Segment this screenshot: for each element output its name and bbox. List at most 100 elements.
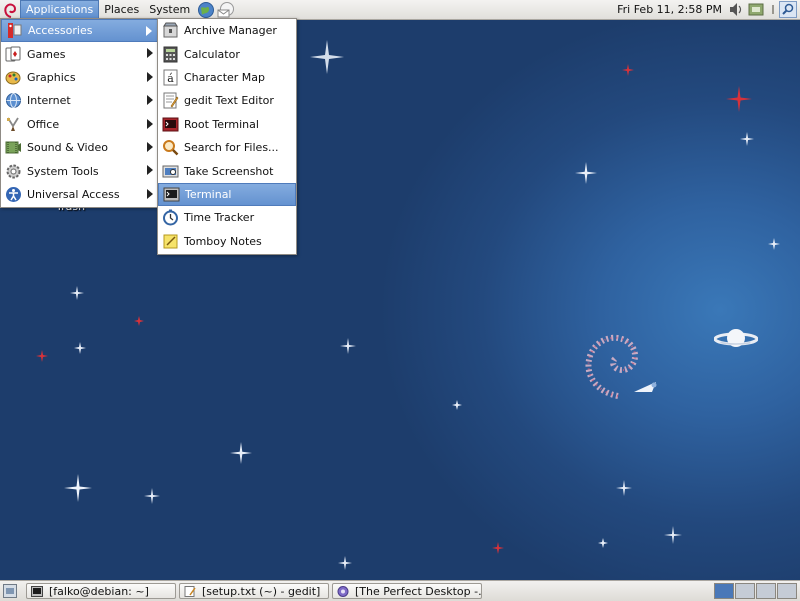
taskbar-label: [The Perfect Desktop -... — [355, 584, 482, 598]
archive-manager-icon — [163, 22, 178, 38]
submenu-arrow-icon — [147, 165, 153, 176]
menu-item-search-for-files[interactable]: Search for Files... — [158, 136, 296, 159]
menu-item-calculator[interactable]: Calculator — [158, 42, 296, 65]
menu-item-label: Office — [27, 117, 60, 131]
internet-icon — [6, 93, 21, 109]
menu-item-label: Character Map — [184, 70, 266, 84]
star-decoration — [338, 556, 352, 570]
star-decoration — [74, 342, 86, 354]
email-launcher-icon[interactable] — [217, 1, 235, 19]
top-panel: Applications Places System Fri Feb 11, 2… — [0, 0, 800, 20]
notification-icon[interactable] — [770, 2, 776, 17]
search-icon[interactable] — [779, 1, 797, 18]
workspace-1[interactable] — [714, 583, 734, 599]
workspace-2[interactable] — [735, 583, 755, 599]
star-decoration — [622, 64, 634, 76]
menu-item-system-tools[interactable]: System Tools — [1, 159, 159, 182]
debian-logo-icon[interactable] — [0, 0, 20, 19]
graphics-icon — [5, 71, 21, 85]
calculator-icon — [163, 46, 178, 63]
star-decoration — [144, 488, 160, 504]
universal-access-icon — [6, 186, 21, 202]
menu-item-take-screenshot[interactable]: Take Screenshot — [158, 159, 296, 182]
tomboy-notes-icon — [163, 234, 178, 249]
menu-item-character-map[interactable]: á Character Map — [158, 66, 296, 89]
star-decoration — [598, 538, 608, 548]
menu-item-label: Sound & Video — [27, 141, 109, 155]
taskbar-button-gedit[interactable]: [setup.txt (~) - gedit] — [179, 583, 329, 599]
network-icon[interactable] — [748, 2, 764, 17]
menu-item-graphics[interactable]: Graphics — [1, 66, 159, 89]
web-browser-launcher-icon[interactable] — [197, 1, 215, 19]
applications-menu-button[interactable]: Applications — [20, 0, 100, 19]
star-decoration — [664, 526, 682, 544]
menu-item-gedit[interactable]: gedit Text Editor — [158, 89, 296, 112]
system-tools-icon — [6, 164, 21, 179]
star-decoration — [70, 286, 84, 300]
menu-item-archive-manager[interactable]: Archive Manager — [158, 19, 296, 42]
terminal-icon — [163, 187, 180, 202]
star-decoration — [340, 338, 356, 354]
workspace-4[interactable] — [777, 583, 797, 599]
menu-item-label: Tomboy Notes — [184, 234, 262, 248]
office-icon — [7, 117, 19, 131]
menu-item-office[interactable]: Office — [1, 113, 159, 136]
submenu-arrow-icon — [146, 26, 152, 36]
menu-item-label: Games — [27, 47, 66, 61]
taskbar-button-browser[interactable]: [The Perfect Desktop -... — [332, 583, 482, 599]
menu-item-tomboy-notes[interactable]: Tomboy Notes — [158, 230, 296, 253]
menu-item-label: Archive Manager — [184, 24, 277, 38]
system-menu-button[interactable]: System — [144, 0, 195, 19]
star-decoration — [768, 238, 780, 250]
menu-item-universal-access[interactable]: Universal Access — [1, 183, 159, 206]
menu-item-label: Internet — [27, 94, 71, 108]
workspace-3[interactable] — [756, 583, 776, 599]
menu-item-games[interactable]: Games — [1, 42, 159, 65]
menu-item-sound-video[interactable]: Sound & Video — [1, 136, 159, 159]
screenshot-icon — [162, 165, 179, 178]
menu-item-label: Take Screenshot — [184, 164, 274, 178]
menu-item-root-terminal[interactable]: Root Terminal — [158, 113, 296, 136]
text-editor-icon — [163, 92, 179, 109]
applications-menu: Accessories Games Graphics Internet Offi… — [0, 18, 160, 208]
submenu-arrow-icon — [147, 141, 153, 152]
menu-item-label: Time Tracker — [184, 211, 255, 225]
taskbar-button-terminal[interactable]: [falko@debian: ~] — [26, 583, 176, 599]
accessories-submenu: Archive Manager Calculator á Character M… — [157, 18, 297, 255]
menu-item-label: gedit Text Editor — [184, 94, 274, 108]
show-desktop-icon[interactable] — [3, 584, 17, 598]
menu-item-label: Graphics — [27, 70, 76, 84]
submenu-arrow-icon — [147, 188, 153, 199]
star-decoration — [726, 86, 752, 112]
clock[interactable]: Fri Feb 11, 2:58 PM — [617, 0, 722, 19]
menu-item-label: Universal Access — [27, 187, 120, 201]
menu-item-internet[interactable]: Internet — [1, 89, 159, 112]
time-tracker-icon — [163, 209, 178, 226]
games-icon — [5, 46, 21, 62]
menu-item-terminal[interactable]: Terminal — [158, 182, 296, 207]
sound-video-icon — [5, 141, 21, 154]
menu-item-label: System Tools — [27, 164, 99, 178]
taskbar-label: [setup.txt (~) - gedit] — [202, 584, 321, 598]
submenu-arrow-icon — [147, 48, 153, 59]
star-decoration — [230, 442, 252, 464]
places-menu-button[interactable]: Places — [99, 0, 144, 19]
volume-icon[interactable] — [728, 2, 744, 17]
menu-item-time-tracker[interactable]: Time Tracker — [158, 206, 296, 229]
bottom-panel: [falko@debian: ~] [setup.txt (~) - gedit… — [0, 580, 800, 601]
submenu-arrow-icon — [147, 95, 153, 106]
accessories-icon — [8, 23, 22, 39]
browser-icon — [337, 585, 349, 597]
debian-swirl-icon — [585, 334, 657, 399]
svg-text:á: á — [167, 72, 174, 85]
menu-item-label: Calculator — [184, 47, 240, 61]
menu-item-accessories[interactable]: Accessories — [1, 19, 159, 43]
star-decoration — [134, 316, 144, 326]
terminal-icon — [31, 585, 43, 597]
star-decoration — [36, 350, 48, 362]
star-decoration — [575, 162, 597, 184]
submenu-arrow-icon — [147, 71, 153, 82]
star-decoration — [616, 480, 632, 496]
menu-item-label: Search for Files... — [184, 141, 279, 155]
submenu-arrow-icon — [147, 118, 153, 129]
